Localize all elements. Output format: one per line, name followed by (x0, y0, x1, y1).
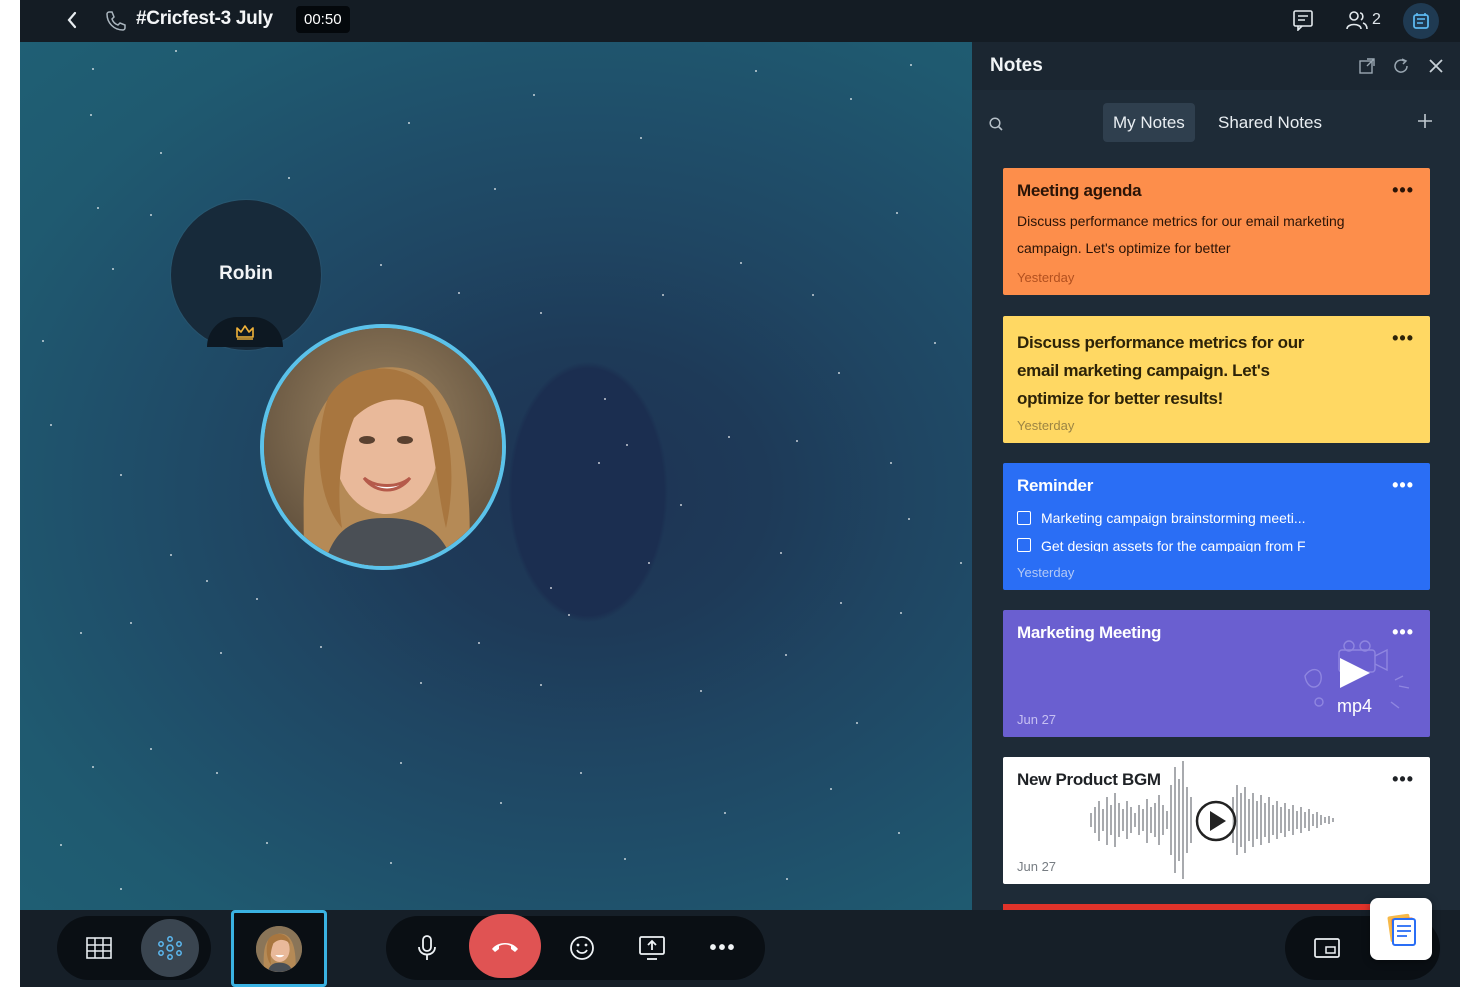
checkbox[interactable] (1017, 538, 1031, 552)
reactions-button[interactable] (553, 919, 611, 977)
call-stage: Robin (20, 42, 972, 910)
spatial-view-button[interactable] (141, 919, 199, 977)
hang-up-icon (492, 943, 518, 952)
participant-count: 2 (1372, 11, 1381, 28)
note-card[interactable]: Marketing Meeting ••• mp4 Jun 27 (1003, 610, 1430, 737)
microphone-icon (418, 935, 436, 960)
checklist-text: Get design assets for the campaign from … (1041, 538, 1306, 552)
more-options-button[interactable]: ••• (1392, 475, 1414, 496)
spatial-network-icon (158, 936, 182, 960)
note-body: Discuss performance metrics for our emai… (1017, 213, 1345, 256)
emoji-icon (570, 936, 594, 960)
note-date: Jun 27 (1017, 712, 1057, 727)
participant-name: Robin (219, 263, 273, 284)
participant-avatar[interactable] (260, 324, 506, 570)
checklist-text: Marketing campaign brainstorming meeti..… (1041, 510, 1306, 526)
note-date: Jun 27 (1017, 859, 1057, 874)
note-title: Marketing Meeting (1017, 623, 1162, 642)
note-date: Yesterday (1017, 565, 1075, 580)
microphone-button[interactable] (398, 919, 456, 977)
phone-icon (104, 9, 126, 31)
screen-share-icon (639, 936, 665, 960)
search-icon[interactable] (988, 116, 1006, 134)
self-avatar (256, 925, 302, 972)
note-card[interactable]: Meeting agenda ••• Discuss performance m… (1003, 168, 1430, 295)
back-icon[interactable] (62, 9, 82, 31)
chat-icon[interactable] (1292, 9, 1316, 32)
end-call-button[interactable] (469, 914, 541, 978)
picture-in-picture-button[interactable] (1298, 919, 1356, 977)
notes-icon (1413, 13, 1429, 29)
note-title: New Product BGM (1017, 770, 1161, 789)
note-title: Meeting agenda (1017, 181, 1142, 200)
note-card[interactable]: Discuss performance metrics for our emai… (1003, 316, 1430, 443)
notes-app-icon (1387, 913, 1416, 946)
close-icon[interactable] (1425, 55, 1447, 77)
media-type-label: mp4 (1337, 696, 1373, 716)
pip-icon (1314, 938, 1340, 958)
more-options-button[interactable]: ••• (1392, 769, 1414, 790)
people-icon (1346, 11, 1368, 30)
top-bar: #Cricfest-3 July 00:50 2 (20, 0, 1460, 42)
add-note-icon[interactable] (1416, 112, 1436, 132)
tab-shared-notes[interactable]: Shared Notes (1208, 103, 1332, 142)
call-timer: 00:50 (296, 6, 350, 33)
notes-title: Notes (990, 55, 1043, 76)
notes-toggle-button[interactable] (1403, 3, 1439, 39)
call-title: #Cricfest-3 July (136, 8, 273, 29)
more-button[interactable]: ••• (694, 919, 752, 977)
notes-header: Notes (972, 42, 1460, 90)
note-card[interactable]: Reminder ••• Marketing campaign brainsto… (1003, 463, 1430, 590)
more-options-button[interactable]: ••• (1392, 180, 1414, 201)
refresh-icon[interactable] (1390, 55, 1412, 77)
participants-button[interactable]: 2 (1345, 9, 1381, 31)
floating-notes-button[interactable] (1370, 898, 1432, 960)
share-screen-button[interactable] (623, 919, 681, 977)
checkbox[interactable] (1017, 511, 1031, 525)
popout-icon[interactable] (1356, 55, 1378, 77)
self-video-tile[interactable] (231, 910, 327, 987)
grid-view-button[interactable] (70, 919, 128, 977)
crown-icon (236, 325, 254, 340)
notes-panel: Notes My Notes Shared Notes Meeting agen… (972, 42, 1460, 910)
note-title: Reminder (1017, 476, 1094, 495)
app-window: #Cricfest-3 July 00:50 2 Robin Notes My … (20, 0, 1460, 987)
call-controls-bar: ••• (20, 910, 1460, 987)
note-date: Yesterday (1017, 418, 1075, 433)
checklist-item: Marketing campaign brainstorming meeti..… (1017, 510, 1306, 526)
tab-my-notes[interactable]: My Notes (1103, 103, 1195, 142)
grid-icon (86, 937, 112, 959)
checklist-item: Get design assets for the campaign from … (1017, 538, 1306, 552)
play-icon[interactable] (1338, 656, 1372, 690)
note-card[interactable]: New Product BGM ••• Jun 27 (1003, 757, 1430, 884)
play-icon[interactable] (1195, 800, 1237, 842)
note-title: Discuss performance metrics for our emai… (1017, 333, 1305, 408)
note-date: Yesterday (1017, 270, 1075, 285)
more-options-button[interactable]: ••• (1392, 328, 1414, 349)
